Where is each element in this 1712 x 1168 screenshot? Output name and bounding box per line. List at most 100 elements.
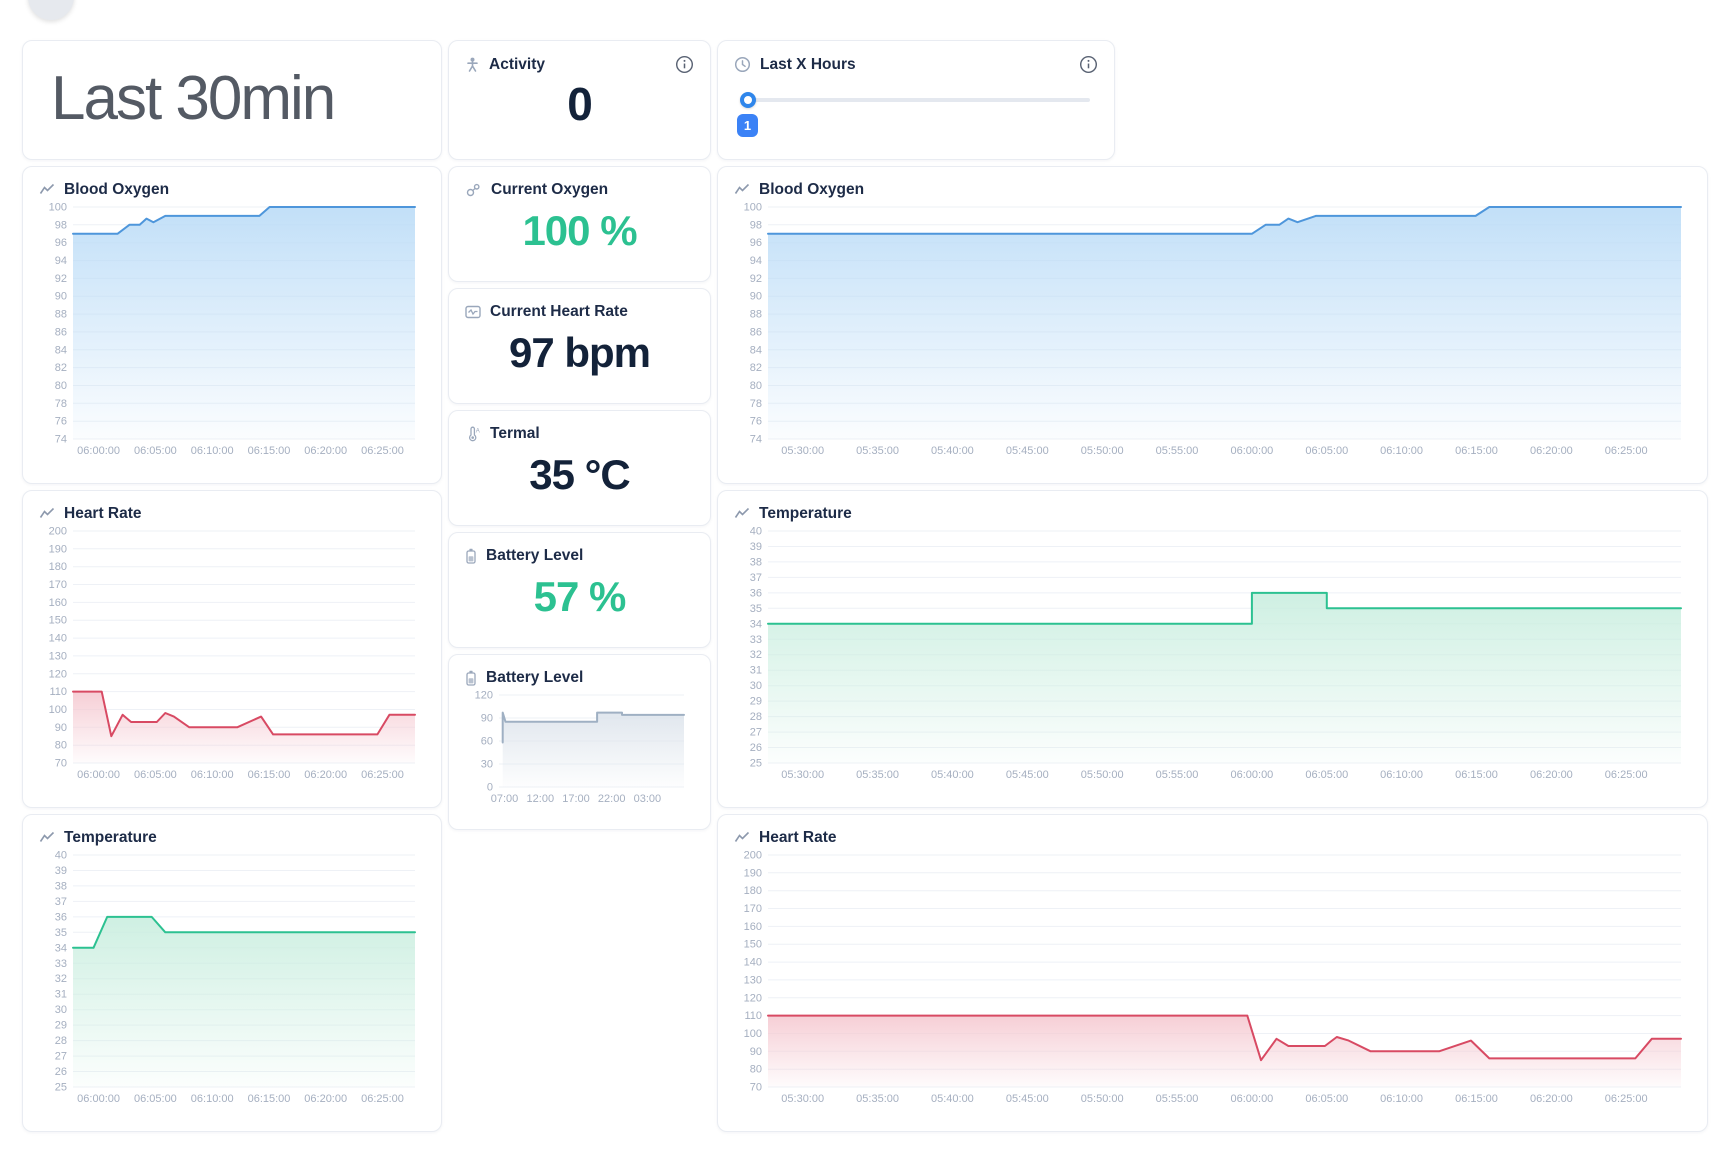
svg-text:32: 32: [55, 973, 67, 985]
svg-text:100: 100: [49, 704, 67, 716]
svg-text:07:00: 07:00: [491, 793, 519, 805]
info-icon[interactable]: [675, 55, 694, 74]
blood-oxygen-30min-chart: 1009896949290888684828078767406:00:0006:…: [39, 201, 425, 459]
svg-text:06:05:00: 06:05:00: [1305, 1093, 1348, 1105]
pulse-chart-icon: [465, 304, 481, 320]
temperature-30min-chart: 4039383736353433323130292827262506:00:00…: [39, 849, 425, 1107]
stat-label: Current Oxygen: [491, 181, 608, 199]
svg-text:29: 29: [750, 696, 762, 708]
svg-text:06:25:00: 06:25:00: [1605, 1093, 1648, 1105]
svg-text:06:20:00: 06:20:00: [304, 769, 347, 781]
battery-icon: [465, 670, 477, 686]
svg-text:06:20:00: 06:20:00: [304, 1093, 347, 1105]
svg-text:100: 100: [744, 202, 762, 214]
svg-text:06:15:00: 06:15:00: [248, 445, 291, 457]
svg-text:31: 31: [750, 665, 762, 677]
svg-text:06:20:00: 06:20:00: [1530, 445, 1573, 457]
svg-text:25: 25: [55, 1082, 67, 1094]
hours-slider[interactable]: 1: [742, 98, 1090, 102]
svg-text:06:10:00: 06:10:00: [1380, 1093, 1423, 1105]
svg-text:05:55:00: 05:55:00: [1156, 769, 1199, 781]
clock-icon: [734, 56, 751, 73]
svg-text:26: 26: [55, 1066, 67, 1078]
svg-text:92: 92: [55, 273, 67, 285]
svg-text:78: 78: [750, 398, 762, 410]
svg-text:150: 150: [49, 615, 67, 627]
svg-text:06:05:00: 06:05:00: [1305, 769, 1348, 781]
svg-text:33: 33: [55, 958, 67, 970]
last-x-hours-card: Last X Hours 1: [717, 40, 1115, 160]
temperature-1h-chart: 4039383736353433323130292827262505:30:00…: [734, 525, 1691, 783]
svg-text:40: 40: [55, 850, 67, 862]
svg-text:0: 0: [487, 782, 493, 794]
svg-text:05:45:00: 05:45:00: [1006, 769, 1049, 781]
svg-text:30: 30: [55, 1004, 67, 1016]
line-chart-icon: [39, 507, 55, 521]
svg-text:28: 28: [55, 1035, 67, 1047]
svg-text:05:30:00: 05:30:00: [781, 445, 824, 457]
current-oxygen-card: Current Oxygen 100 %: [448, 166, 711, 282]
svg-text:96: 96: [55, 237, 67, 249]
svg-text:05:40:00: 05:40:00: [931, 1093, 974, 1105]
slider-handle[interactable]: [740, 92, 756, 108]
slider-track[interactable]: [742, 98, 1090, 102]
temperature-1h-card: Temperature 4039383736353433323130292827…: [717, 490, 1708, 808]
svg-text:05:45:00: 05:45:00: [1006, 1093, 1049, 1105]
line-chart-icon: [39, 183, 55, 197]
health-dashboard: Last 30min Activity 0 Last X Hours: [0, 0, 1712, 1168]
chart-title: Blood Oxygen: [759, 181, 864, 199]
svg-text:05:50:00: 05:50:00: [1081, 769, 1124, 781]
svg-text:170: 170: [49, 579, 67, 591]
svg-text:120: 120: [744, 992, 762, 1004]
current-heart-rate-value: 97 bpm: [465, 327, 694, 379]
svg-text:70: 70: [55, 758, 67, 770]
svg-text:06:00:00: 06:00:00: [1230, 769, 1273, 781]
svg-text:94: 94: [55, 255, 67, 267]
hours-label: Last X Hours: [760, 56, 856, 74]
svg-text:22:00: 22:00: [598, 793, 626, 805]
svg-text:98: 98: [55, 219, 67, 231]
svg-text:200: 200: [744, 850, 762, 862]
svg-text:A: A: [476, 428, 480, 434]
slider-value-badge: 1: [737, 114, 758, 137]
heart-rate-1h-card: Heart Rate 20019018017016015014013012011…: [717, 814, 1708, 1132]
svg-text:100: 100: [744, 1028, 762, 1040]
svg-text:05:40:00: 05:40:00: [931, 445, 974, 457]
svg-text:180: 180: [49, 561, 67, 573]
floating-action-button[interactable]: [28, 0, 74, 20]
svg-text:190: 190: [744, 867, 762, 879]
svg-text:06:10:00: 06:10:00: [1380, 445, 1423, 457]
svg-text:90: 90: [55, 291, 67, 303]
svg-text:06:20:00: 06:20:00: [1530, 769, 1573, 781]
chart-title: Battery Level: [486, 669, 583, 687]
svg-text:92: 92: [750, 273, 762, 285]
svg-text:30: 30: [481, 759, 493, 771]
svg-text:06:10:00: 06:10:00: [191, 445, 234, 457]
svg-text:06:00:00: 06:00:00: [1230, 445, 1273, 457]
svg-text:70: 70: [750, 1082, 762, 1094]
svg-text:38: 38: [55, 880, 67, 892]
svg-text:06:20:00: 06:20:00: [304, 445, 347, 457]
svg-text:39: 39: [55, 865, 67, 877]
svg-text:06:05:00: 06:05:00: [134, 769, 177, 781]
info-icon[interactable]: [1079, 55, 1098, 74]
svg-text:100: 100: [49, 202, 67, 214]
line-chart-icon: [734, 831, 750, 845]
svg-text:96: 96: [750, 237, 762, 249]
svg-text:06:25:00: 06:25:00: [1605, 769, 1648, 781]
svg-text:06:05:00: 06:05:00: [134, 445, 177, 457]
svg-text:05:35:00: 05:35:00: [856, 445, 899, 457]
svg-text:05:35:00: 05:35:00: [856, 769, 899, 781]
svg-text:05:30:00: 05:30:00: [781, 1093, 824, 1105]
svg-text:06:25:00: 06:25:00: [361, 445, 404, 457]
svg-text:84: 84: [750, 344, 762, 356]
svg-text:30: 30: [750, 680, 762, 692]
svg-text:06:15:00: 06:15:00: [1455, 769, 1498, 781]
svg-text:06:25:00: 06:25:00: [361, 769, 404, 781]
svg-text:88: 88: [750, 309, 762, 321]
title-card: Last 30min: [22, 40, 442, 160]
svg-text:80: 80: [750, 1064, 762, 1076]
svg-text:06:10:00: 06:10:00: [1380, 769, 1423, 781]
svg-text:03:00: 03:00: [634, 793, 662, 805]
svg-text:25: 25: [750, 758, 762, 770]
